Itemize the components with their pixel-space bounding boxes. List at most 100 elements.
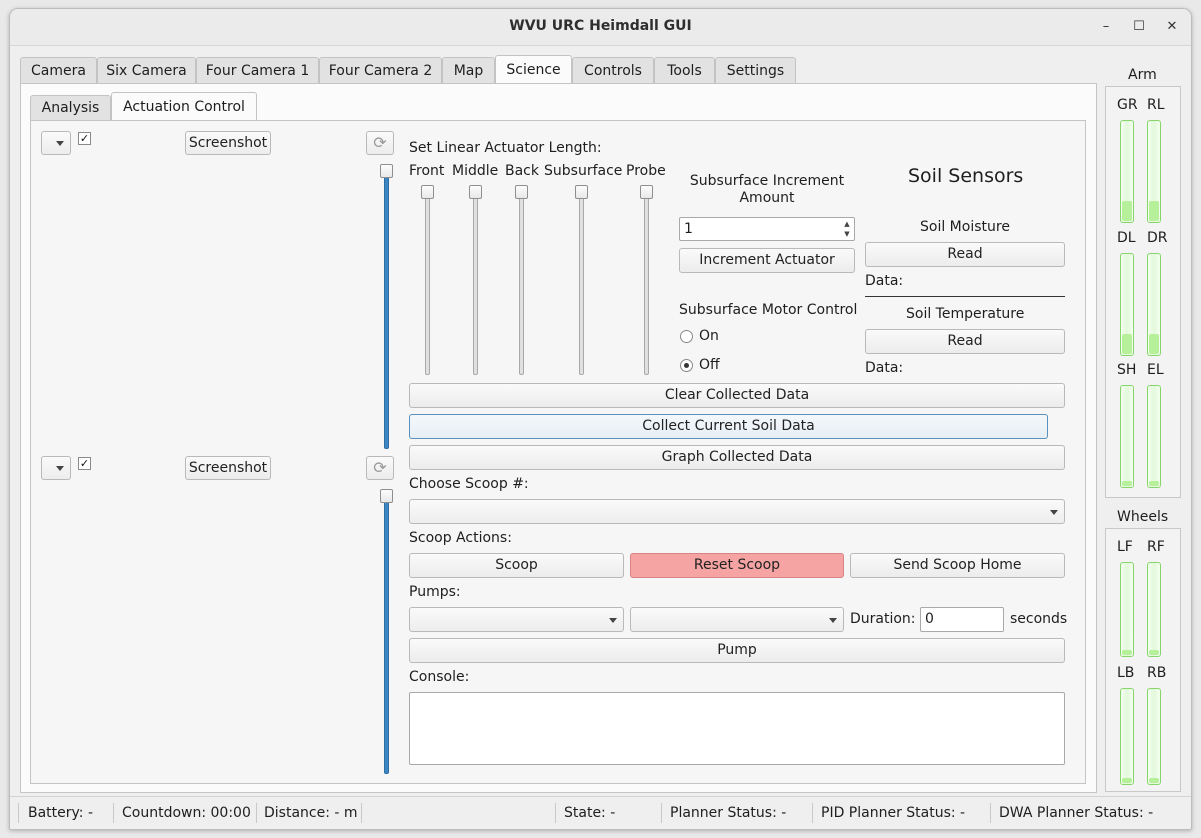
status-bar: Battery: - Countdown: 00:00 Distance: - … <box>10 796 1191 829</box>
subsurface-motor-label: Subsurface Motor Control <box>679 302 858 318</box>
camera-zoom-slider-2[interactable] <box>380 489 393 774</box>
arm-label-sh: SH <box>1117 362 1137 378</box>
wheel-label-rf: RF <box>1147 539 1165 555</box>
state-status: State: - <box>564 805 616 821</box>
planner-status: Planner Status: - <box>670 805 787 821</box>
increment-actuator-button[interactable]: Increment Actuator <box>679 248 855 273</box>
seconds-label: seconds <box>1010 611 1068 627</box>
tab-four-camera-1[interactable]: Four Camera 1 <box>196 57 319 84</box>
motor-on-label: On <box>699 328 719 344</box>
arm-bar-sh <box>1120 385 1134 488</box>
refresh-icon[interactable]: ⟳ <box>366 131 394 155</box>
chevron-down-icon <box>56 466 64 471</box>
distance-status: Distance: - m <box>264 805 358 821</box>
status-divider <box>661 803 662 823</box>
pump-select-1[interactable] <box>409 607 624 632</box>
motor-off-label: Off <box>699 357 720 373</box>
arm-title: Arm <box>1128 67 1157 83</box>
clear-data-button[interactable]: Clear Collected Data <box>409 383 1065 408</box>
status-divider <box>18 803 19 823</box>
camera-enable-checkbox-2[interactable]: ✓ <box>78 457 91 470</box>
camera-select-2[interactable] <box>41 456 71 480</box>
arm-bar-rl <box>1147 120 1161 223</box>
arm-label-rl: RL <box>1147 97 1165 113</box>
battery-status: Battery: - <box>28 805 94 821</box>
status-divider <box>361 803 362 823</box>
tab-controls[interactable]: Controls <box>572 57 654 84</box>
soil-temperature-read-button[interactable]: Read <box>865 329 1065 354</box>
collect-soil-data-button[interactable]: Collect Current Soil Data <box>409 414 1048 439</box>
title-bar: WVU URC Heimdall GUI – ☐ ✕ <box>10 9 1191 46</box>
dwa-planner-status: DWA Planner Status: - <box>999 805 1154 821</box>
tab-settings[interactable]: Settings <box>715 57 796 84</box>
tab-actuation-control[interactable]: Actuation Control <box>111 92 257 122</box>
slider-label-middle: Middle <box>452 163 499 179</box>
soil-temperature-label: Soil Temperature <box>906 306 1025 322</box>
main-window: WVU URC Heimdall GUI – ☐ ✕ Camera Six Ca… <box>9 8 1192 830</box>
slider-label-back: Back <box>505 163 539 179</box>
chevron-down-icon <box>829 617 837 623</box>
duration-label: Duration: <box>850 611 916 627</box>
window-title: WVU URC Heimdall GUI <box>509 18 692 34</box>
subsurface-actuator-slider[interactable] <box>575 185 588 375</box>
choose-scoop-label: Choose Scoop #: <box>409 476 529 492</box>
soil-moisture-data: Data: <box>865 273 904 289</box>
wheel-bar-rf <box>1147 562 1161 657</box>
arm-group <box>1105 86 1181 498</box>
scoop-select[interactable] <box>409 499 1065 524</box>
camera-enable-checkbox-1[interactable]: ✓ <box>78 132 91 145</box>
minimize-icon[interactable]: – <box>1095 16 1117 38</box>
slider-label-front: Front <box>409 163 445 179</box>
tab-four-camera-2[interactable]: Four Camera 2 <box>319 57 442 84</box>
status-divider <box>990 803 991 823</box>
soil-divider <box>865 296 1065 297</box>
camera-zoom-slider-1[interactable] <box>380 164 393 449</box>
chevron-down-icon <box>56 141 64 146</box>
console-output[interactable] <box>409 692 1065 765</box>
spin-up-icon[interactable]: ▲ <box>841 219 853 229</box>
arm-label-dl: DL <box>1117 230 1136 246</box>
send-scoop-home-button[interactable]: Send Scoop Home <box>850 553 1065 578</box>
scoop-actions-label: Scoop Actions: <box>409 530 512 546</box>
refresh-icon[interactable]: ⟳ <box>366 456 394 480</box>
tab-analysis[interactable]: Analysis <box>30 95 111 121</box>
maximize-icon[interactable]: ☐ <box>1128 16 1150 38</box>
soil-sensors-title: Soil Sensors <box>908 165 1024 187</box>
scoop-button[interactable]: Scoop <box>409 553 624 578</box>
status-divider <box>256 803 257 823</box>
pumps-label: Pumps: <box>409 584 461 600</box>
close-icon[interactable]: ✕ <box>1161 16 1183 38</box>
countdown-status: Countdown: 00:00 <box>122 805 251 821</box>
screenshot-button-1[interactable]: Screenshot <box>185 131 271 155</box>
camera-select-1[interactable] <box>41 131 71 155</box>
tab-six-camera[interactable]: Six Camera <box>97 57 196 84</box>
tab-tools[interactable]: Tools <box>654 57 715 84</box>
reset-scoop-button[interactable]: Reset Scoop <box>630 553 844 578</box>
wheel-label-rb: RB <box>1147 665 1167 681</box>
front-actuator-slider[interactable] <box>421 185 434 375</box>
tab-science[interactable]: Science <box>495 55 572 85</box>
arm-bar-el <box>1147 385 1161 488</box>
soil-moisture-read-button[interactable]: Read <box>865 242 1065 267</box>
arm-label-el: EL <box>1147 362 1164 378</box>
motor-on-radio[interactable] <box>680 330 693 343</box>
duration-input[interactable]: 0 <box>920 607 1004 632</box>
middle-actuator-slider[interactable] <box>469 185 482 375</box>
increment-amount-spinbox[interactable]: 1 ▲ ▼ <box>679 217 855 241</box>
pump-button[interactable]: Pump <box>409 638 1065 663</box>
screenshot-button-2[interactable]: Screenshot <box>185 456 271 480</box>
arm-bar-gr <box>1120 120 1134 223</box>
arm-bar-dl <box>1120 253 1134 356</box>
motor-off-radio[interactable] <box>680 359 693 372</box>
pump-select-2[interactable] <box>630 607 844 632</box>
tab-map[interactable]: Map <box>442 57 495 84</box>
actuator-title: Set Linear Actuator Length: <box>409 140 602 156</box>
spin-down-icon[interactable]: ▼ <box>841 229 853 239</box>
wheel-label-lb: LB <box>1117 665 1135 681</box>
back-actuator-slider[interactable] <box>515 185 528 375</box>
tab-camera[interactable]: Camera <box>20 57 97 84</box>
graph-data-button[interactable]: Graph Collected Data <box>409 445 1065 470</box>
probe-actuator-slider[interactable] <box>640 185 653 375</box>
wheel-bar-lf <box>1120 562 1134 657</box>
arm-label-gr: GR <box>1117 97 1138 113</box>
